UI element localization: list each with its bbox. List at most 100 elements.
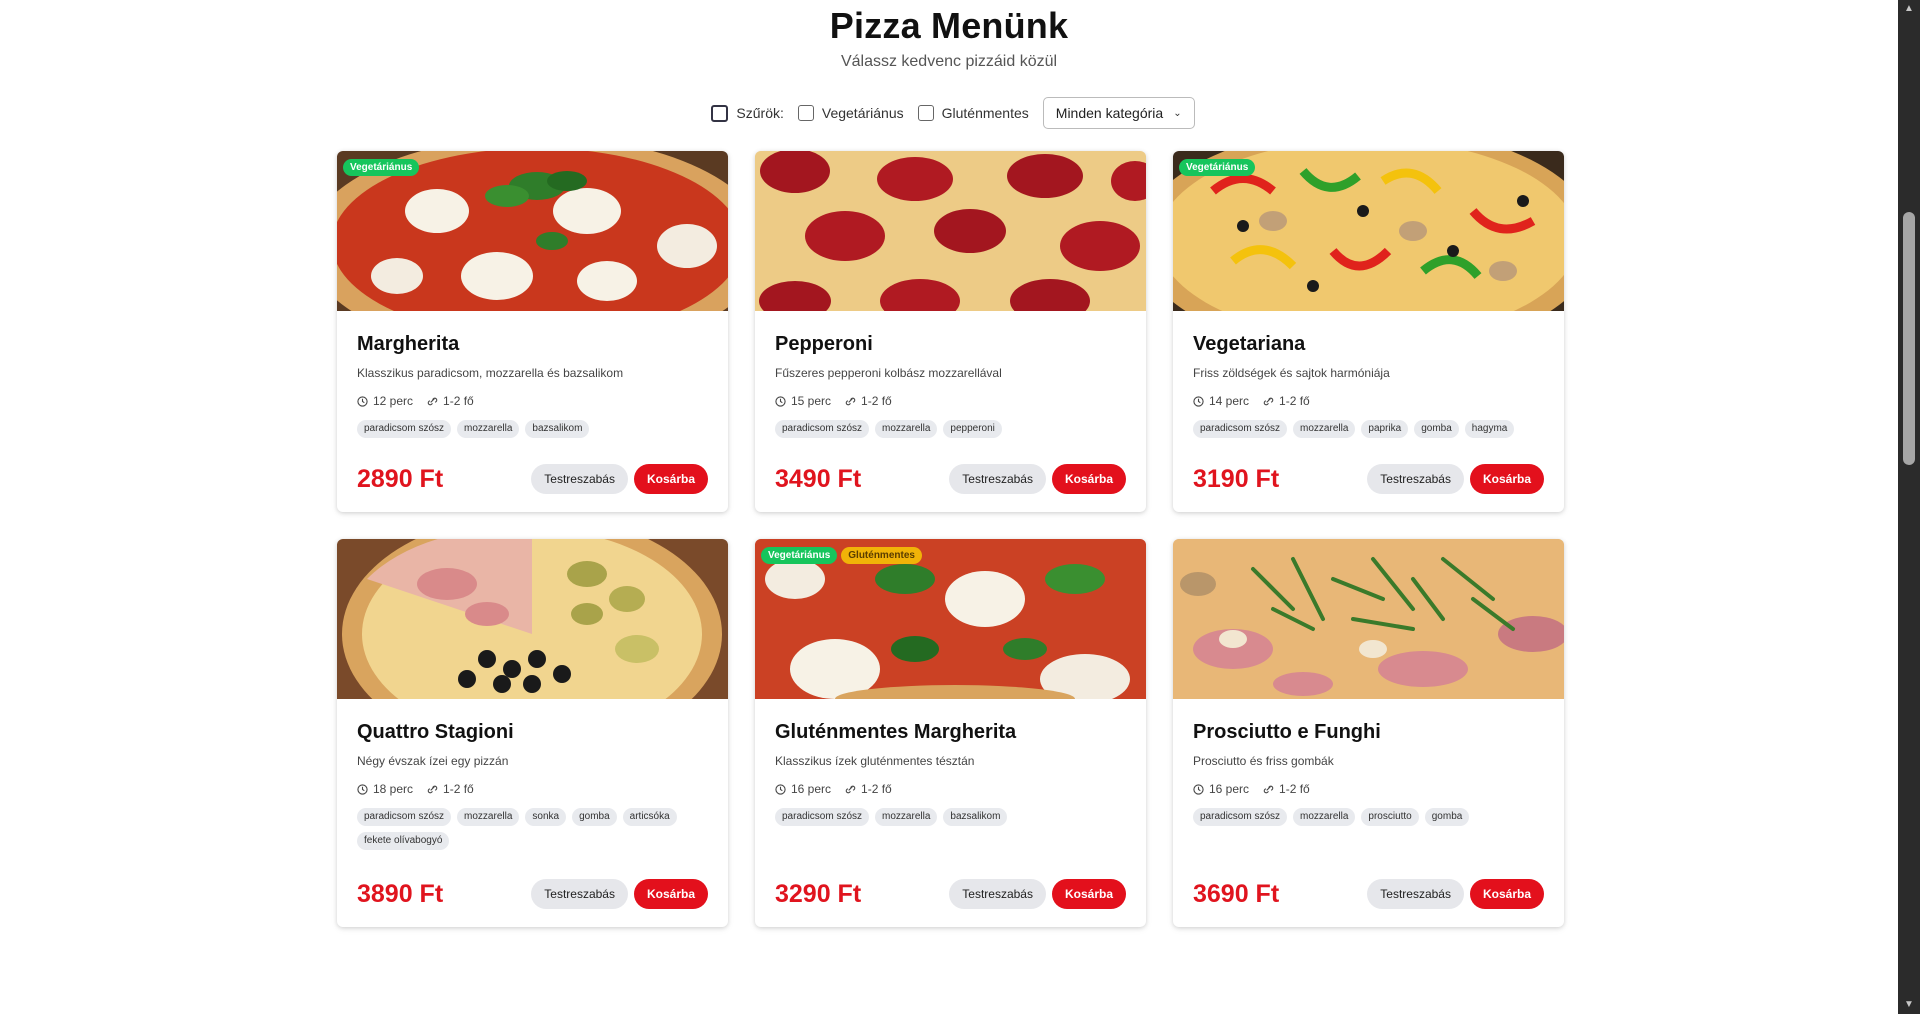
customize-button[interactable]: Testreszabás: [531, 464, 628, 494]
pizza-card-footer: 2890 Ft Testreszabás Kosárba: [357, 464, 708, 494]
ingredient-tag: mozzarella: [457, 808, 520, 826]
pizza-card: Vegetáriánus Margherita Klasszikus parad…: [337, 151, 728, 512]
ingredient-tag: paradicsom szósz: [357, 808, 452, 826]
glutenfree-filter[interactable]: Gluténmentes: [917, 105, 1029, 122]
vegetarian-filter[interactable]: Vegetáriánus: [797, 105, 904, 122]
add-to-cart-button[interactable]: Kosárba: [1051, 464, 1126, 494]
customize-button[interactable]: Testreszabás: [1367, 879, 1464, 909]
ingredient-tag: paprika: [1361, 420, 1409, 438]
ingredient-tag: mozzarella: [1293, 808, 1356, 826]
ingredient-tags: paradicsom szósz mozzarella bazsalikom: [357, 420, 697, 438]
page: Pizza Menünk Válassz kedvenc pizzáid köz…: [0, 0, 1898, 1014]
pizza-description: Prosciutto és friss gombák: [1193, 754, 1334, 768]
vegetarian-checkbox[interactable]: [797, 105, 814, 122]
pizza-image: [337, 539, 728, 699]
card-actions: Testreszabás Kosárba: [1367, 464, 1544, 494]
ingredient-tags: paradicsom szósz mozzarella pepperoni: [775, 420, 1115, 438]
pizza-price: 2890 Ft: [357, 464, 444, 493]
customize-button[interactable]: Testreszabás: [949, 464, 1046, 494]
prep-time: 16 perc: [775, 782, 831, 796]
customize-button[interactable]: Testreszabás: [949, 879, 1046, 909]
ingredient-tag: mozzarella: [457, 420, 520, 438]
serves: 1-2 fő: [1263, 782, 1310, 796]
ingredient-tags: paradicsom szósz mozzarella paprika gomb…: [1193, 420, 1533, 438]
ingredient-tag: bazsalikom: [943, 808, 1008, 826]
prep-time: 14 perc: [1193, 394, 1249, 408]
chevron-down-icon: ⌄: [1173, 107, 1182, 119]
serves: 1-2 fő: [1263, 394, 1310, 408]
pizza-card-body: Pepperoni Fűszeres pepperoni kolbász moz…: [755, 311, 1146, 512]
prep-time: 15 perc: [775, 394, 831, 408]
pizza-image: Vegetáriánus: [1173, 151, 1564, 311]
add-to-cart-button[interactable]: Kosárba: [1469, 464, 1544, 494]
link-icon: [1263, 397, 1274, 405]
pizza-image: Vegetáriánus: [337, 151, 728, 311]
ingredient-tag: paradicsom szósz: [1193, 808, 1288, 826]
pizza-card-body: Gluténmentes Margherita Klasszikus ízek …: [755, 699, 1146, 927]
pizza-price: 3490 Ft: [775, 464, 862, 493]
prep-time-value: 15 perc: [791, 394, 832, 408]
ingredient-tag: hagyma: [1464, 420, 1515, 438]
filters-label: Szűrök:: [736, 105, 784, 122]
customize-button[interactable]: Testreszabás: [531, 879, 628, 909]
ingredient-tag: gomba: [572, 808, 617, 826]
serves: 1-2 fő: [845, 782, 892, 796]
badge-group: Vegetáriánus: [343, 159, 420, 176]
page-header: Pizza Menünk Válassz kedvenc pizzáid köz…: [0, 0, 1898, 71]
pizza-card: Quattro Stagioni Négy évszak ízei egy pi…: [337, 539, 728, 927]
card-actions: Testreszabás Kosárba: [531, 879, 708, 909]
pizza-meta: 18 perc 1-2 fő: [357, 782, 708, 796]
add-to-cart-button[interactable]: Kosárba: [1469, 879, 1544, 909]
serves-value: 1-2 fő: [1279, 782, 1310, 796]
pizza-name: Quattro Stagioni: [357, 721, 514, 743]
serves-value: 1-2 fő: [443, 394, 474, 408]
card-actions: Testreszabás Kosárba: [1367, 879, 1544, 909]
filters-toggle[interactable]: Szűrök:: [711, 104, 784, 122]
pizza-name: Pepperoni: [775, 333, 873, 355]
add-to-cart-button[interactable]: Kosárba: [633, 464, 708, 494]
scroll-up-arrow-icon[interactable]: ▲: [1898, 0, 1920, 18]
pizza-description: Klasszikus paradicsom, mozzarella és baz…: [357, 366, 624, 380]
serves-value: 1-2 fő: [443, 782, 474, 796]
pizza-card: Pepperoni Fűszeres pepperoni kolbász moz…: [755, 151, 1146, 512]
filter-bar: Szűrök: Vegetáriánus Gluténmentes Minden…: [0, 97, 1898, 130]
clock-icon: [775, 783, 786, 795]
pizza-grid: Vegetáriánus Margherita Klasszikus parad…: [337, 151, 1564, 927]
pizza-meta: 12 perc 1-2 fő: [357, 394, 708, 408]
pizza-card-footer: 3890 Ft Testreszabás Kosárba: [357, 879, 708, 909]
glutenfree-checkbox[interactable]: [917, 105, 934, 122]
filters-checkbox[interactable]: [711, 104, 729, 122]
category-select-value: Minden kategória: [1055, 105, 1164, 122]
add-to-cart-button[interactable]: Kosárba: [1051, 879, 1126, 909]
vertical-scrollbar[interactable]: ▲ ▼: [1898, 0, 1920, 1014]
scrollbar-thumb[interactable]: [1903, 212, 1915, 465]
clock-icon: [357, 395, 368, 407]
prosciutto-funghi-image: [1173, 539, 1564, 699]
scroll-down-arrow-icon[interactable]: ▼: [1898, 996, 1920, 1014]
customize-button[interactable]: Testreszabás: [1367, 464, 1464, 494]
link-icon: [427, 397, 438, 405]
pizza-card-body: Prosciutto e Funghi Prosciutto és friss …: [1173, 699, 1564, 927]
prep-time-value: 16 perc: [1209, 782, 1250, 796]
ingredient-tag: articsóka: [622, 808, 677, 826]
pizza-description: Klasszikus ízek gluténmentes tésztán: [775, 754, 975, 768]
pizza-meta: 15 perc 1-2 fő: [775, 394, 1126, 408]
ingredient-tag: mozzarella: [1293, 420, 1356, 438]
ingredient-tag: pepperoni: [943, 420, 1002, 438]
prep-time-value: 18 perc: [373, 782, 414, 796]
add-to-cart-button[interactable]: Kosárba: [633, 879, 708, 909]
pizza-card: Prosciutto e Funghi Prosciutto és friss …: [1173, 539, 1564, 927]
vegetarian-badge: Vegetáriánus: [343, 159, 420, 176]
clock-icon: [1193, 783, 1204, 795]
vegetarian-filter-label: Vegetáriánus: [821, 105, 904, 122]
serves-value: 1-2 fő: [861, 782, 892, 796]
vegetarian-badge: Vegetáriánus: [1179, 159, 1256, 176]
pizza-meta: 16 perc 1-2 fő: [1193, 782, 1544, 796]
pizza-card-footer: 3490 Ft Testreszabás Kosárba: [775, 464, 1126, 494]
category-select[interactable]: Minden kategória ⌄: [1042, 97, 1195, 130]
serves: 1-2 fő: [845, 394, 892, 408]
pizza-price: 3690 Ft: [1193, 879, 1280, 908]
ingredient-tag: paradicsom szósz: [775, 808, 870, 826]
pizza-card-body: Quattro Stagioni Négy évszak ízei egy pi…: [337, 699, 728, 927]
clock-icon: [775, 395, 786, 407]
